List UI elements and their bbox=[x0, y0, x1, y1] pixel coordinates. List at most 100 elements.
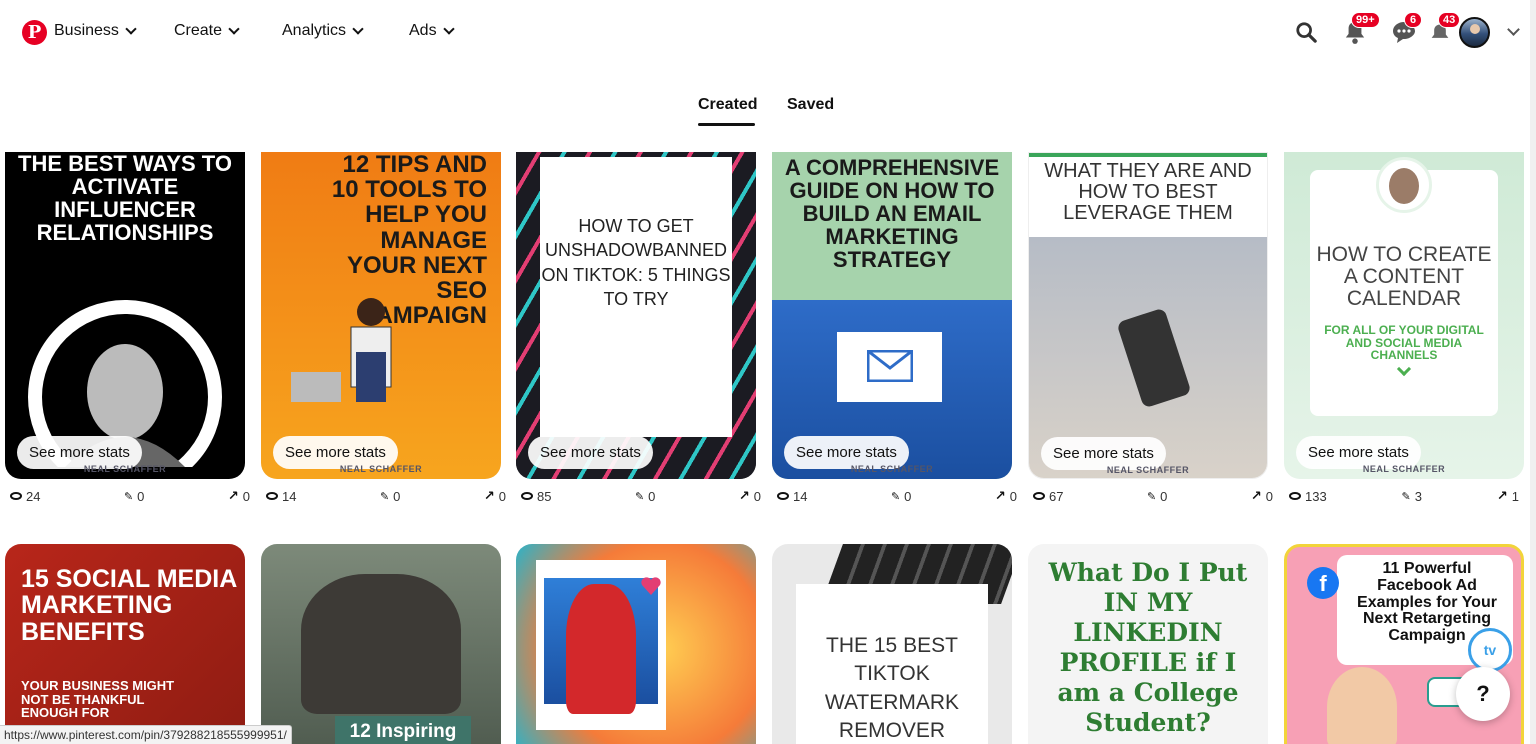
notifications-badge: 99+ bbox=[1351, 12, 1380, 28]
tab-saved[interactable]: Saved bbox=[787, 96, 834, 114]
pin-title: THE BEST WAYS TO ACTIVATE INFLUENCER REL… bbox=[18, 152, 232, 246]
see-more-stats-button[interactable]: See more stats bbox=[528, 436, 653, 469]
eye-icon bbox=[10, 492, 22, 500]
brand-label: NEAL SCHAFFER bbox=[850, 464, 934, 474]
brand-label: NEAL SCHAFFER bbox=[1106, 465, 1190, 475]
pin-icon: ✎ bbox=[379, 490, 390, 503]
pin-card[interactable]: WHAT THEY ARE AND HOW TO BEST LEVERAGE T… bbox=[1028, 152, 1268, 479]
clicks-count: 0 bbox=[498, 488, 506, 504]
pin-stats: 24 ✎ 0 ↗ 0 bbox=[10, 488, 250, 504]
chevron-down-icon bbox=[1506, 23, 1520, 36]
chevron-down-icon bbox=[352, 22, 364, 35]
views-count: 14 bbox=[793, 488, 808, 504]
pin-icon: ✎ bbox=[634, 490, 645, 503]
eye-icon bbox=[521, 492, 533, 500]
updates-button[interactable]: 43 bbox=[1426, 12, 1461, 46]
notifications-button[interactable]: 99+ bbox=[1341, 12, 1380, 46]
updates-badge: 43 bbox=[1438, 12, 1461, 28]
brand-label: NEAL SCHAFFER bbox=[339, 464, 423, 474]
nav-analytics[interactable]: Analytics bbox=[282, 22, 364, 40]
woman-laptop-image bbox=[301, 574, 461, 714]
pin-card[interactable]: 15 SOCIAL MEDIA MARKETING BENEFITS YOUR … bbox=[5, 544, 245, 744]
pin-title: THE 15 BEST TIKTOK WATERMARK REMOVER bbox=[824, 634, 960, 743]
brand-label: NEAL SCHAFFER bbox=[1362, 464, 1446, 474]
pin-card[interactable]: HOW TO CREATE A CONTENT CALENDAR FOR ALL… bbox=[1284, 152, 1524, 479]
pin-title: A COMPREHENSIVE GUIDE ON HOW TO BUILD AN… bbox=[784, 155, 1000, 273]
pin-subtitle: YOUR BUSINESS MIGHT NOT BE THANKFUL ENOU… bbox=[21, 678, 175, 721]
search-button[interactable] bbox=[1292, 18, 1320, 46]
pin-icon: ✎ bbox=[123, 490, 134, 503]
views-count: 67 bbox=[1049, 488, 1064, 504]
messages-button[interactable]: 6 bbox=[1390, 12, 1422, 46]
woman-image bbox=[566, 584, 636, 714]
avatar[interactable] bbox=[1459, 17, 1490, 48]
woman-image bbox=[1327, 667, 1397, 744]
chevron-down-icon bbox=[442, 22, 455, 35]
tab-created[interactable]: Created bbox=[698, 96, 758, 114]
account-menu-button[interactable] bbox=[1499, 18, 1527, 46]
chevron-down-icon bbox=[125, 22, 137, 35]
pin-title: HOW TO CREATE A CONTENT CALENDAR bbox=[1316, 243, 1492, 311]
pin-stats: 85 ✎ 0 ↗ 0 bbox=[521, 488, 761, 504]
brand-label: NEAL SCHAFFER bbox=[83, 464, 167, 474]
pin-stats: 14 ✎ 0 ↗ 0 bbox=[777, 488, 1017, 504]
pin-icon: ✎ bbox=[890, 490, 901, 503]
outbound-arrow-icon: ↗ bbox=[994, 488, 1006, 503]
clicks-count: 0 bbox=[1265, 488, 1273, 504]
pin-card[interactable] bbox=[516, 544, 756, 744]
pin-card[interactable]: 12 TIPS AND 10 TOOLS TO HELP YOU MANAGE … bbox=[261, 152, 501, 479]
nav-ads-label: Ads bbox=[409, 22, 437, 39]
tailwind-icon[interactable]: tv bbox=[1468, 628, 1512, 672]
clicks-count: 1 bbox=[1511, 488, 1519, 504]
person-laptop-image bbox=[291, 298, 392, 402]
eye-icon bbox=[266, 492, 278, 500]
nav-business[interactable]: Business bbox=[54, 22, 137, 40]
search-icon bbox=[1296, 22, 1317, 43]
pin-title: What Do I Put IN MY LINKEDIN PROFILE if … bbox=[1048, 558, 1248, 737]
saves-count: 0 bbox=[137, 488, 145, 504]
clicks-count: 0 bbox=[1009, 488, 1017, 504]
outbound-arrow-icon: ↗ bbox=[483, 488, 495, 503]
eye-icon bbox=[1289, 492, 1301, 500]
pin-card[interactable]: 12 Inspiring bbox=[261, 544, 501, 744]
pin-card[interactable]: HOW TO GET UNSHADOWBANNED ON TIKTOK: 5 T… bbox=[516, 152, 756, 479]
eye-icon bbox=[777, 492, 789, 500]
help-button[interactable]: ? bbox=[1456, 667, 1510, 721]
saves-count: 3 bbox=[1414, 488, 1422, 504]
views-count: 24 bbox=[26, 488, 41, 504]
views-count: 14 bbox=[282, 488, 297, 504]
eye-icon bbox=[1033, 492, 1045, 500]
top-navigation: P Business Create Analytics Ads 99+ 6 43 bbox=[0, 0, 1536, 66]
clicks-count: 0 bbox=[753, 488, 761, 504]
envelope-icon bbox=[867, 350, 913, 382]
nav-ads[interactable]: Ads bbox=[409, 22, 455, 40]
views-count: 85 bbox=[537, 488, 552, 504]
pin-stats: 14 ✎ 0 ↗ 0 bbox=[266, 488, 506, 504]
pin-card[interactable]: THE BEST WAYS TO ACTIVATE INFLUENCER REL… bbox=[5, 152, 245, 479]
nav-create[interactable]: Create bbox=[174, 22, 240, 40]
outbound-arrow-icon: ↗ bbox=[738, 488, 750, 503]
facebook-icon: f bbox=[1307, 567, 1339, 599]
pinterest-logo-icon[interactable]: P bbox=[22, 20, 47, 45]
nav-create-label: Create bbox=[174, 22, 223, 39]
chevron-down-icon bbox=[228, 22, 240, 35]
pin-icon: ✎ bbox=[1146, 490, 1157, 503]
pin-card[interactable]: A COMPREHENSIVE GUIDE ON HOW TO BUILD AN… bbox=[772, 152, 1012, 479]
clicks-count: 0 bbox=[242, 488, 250, 504]
pin-stats: 133 ✎ 3 ↗ 1 bbox=[1289, 488, 1519, 504]
active-tab-indicator bbox=[698, 123, 755, 126]
page-scrollbar[interactable] bbox=[1530, 0, 1536, 744]
saves-count: 0 bbox=[393, 488, 401, 504]
heart-icon bbox=[641, 577, 661, 595]
pin-card[interactable]: What Do I Put IN MY LINKEDIN PROFILE if … bbox=[1028, 544, 1268, 744]
brand-label: NEAL SCHAFFER bbox=[594, 429, 678, 439]
saves-count: 0 bbox=[904, 488, 912, 504]
accent-bar bbox=[1029, 153, 1267, 157]
saves-count: 0 bbox=[648, 488, 656, 504]
pin-icon: ✎ bbox=[1401, 490, 1411, 503]
outbound-arrow-icon: ↗ bbox=[1496, 488, 1508, 503]
status-bar-url: https://www.pinterest.com/pin/3792882185… bbox=[0, 725, 292, 744]
pin-card[interactable]: THE 15 BEST TIKTOK WATERMARK REMOVER bbox=[772, 544, 1012, 744]
pin-title: 12 Inspiring bbox=[349, 721, 457, 742]
outbound-arrow-icon: ↗ bbox=[1250, 488, 1262, 503]
